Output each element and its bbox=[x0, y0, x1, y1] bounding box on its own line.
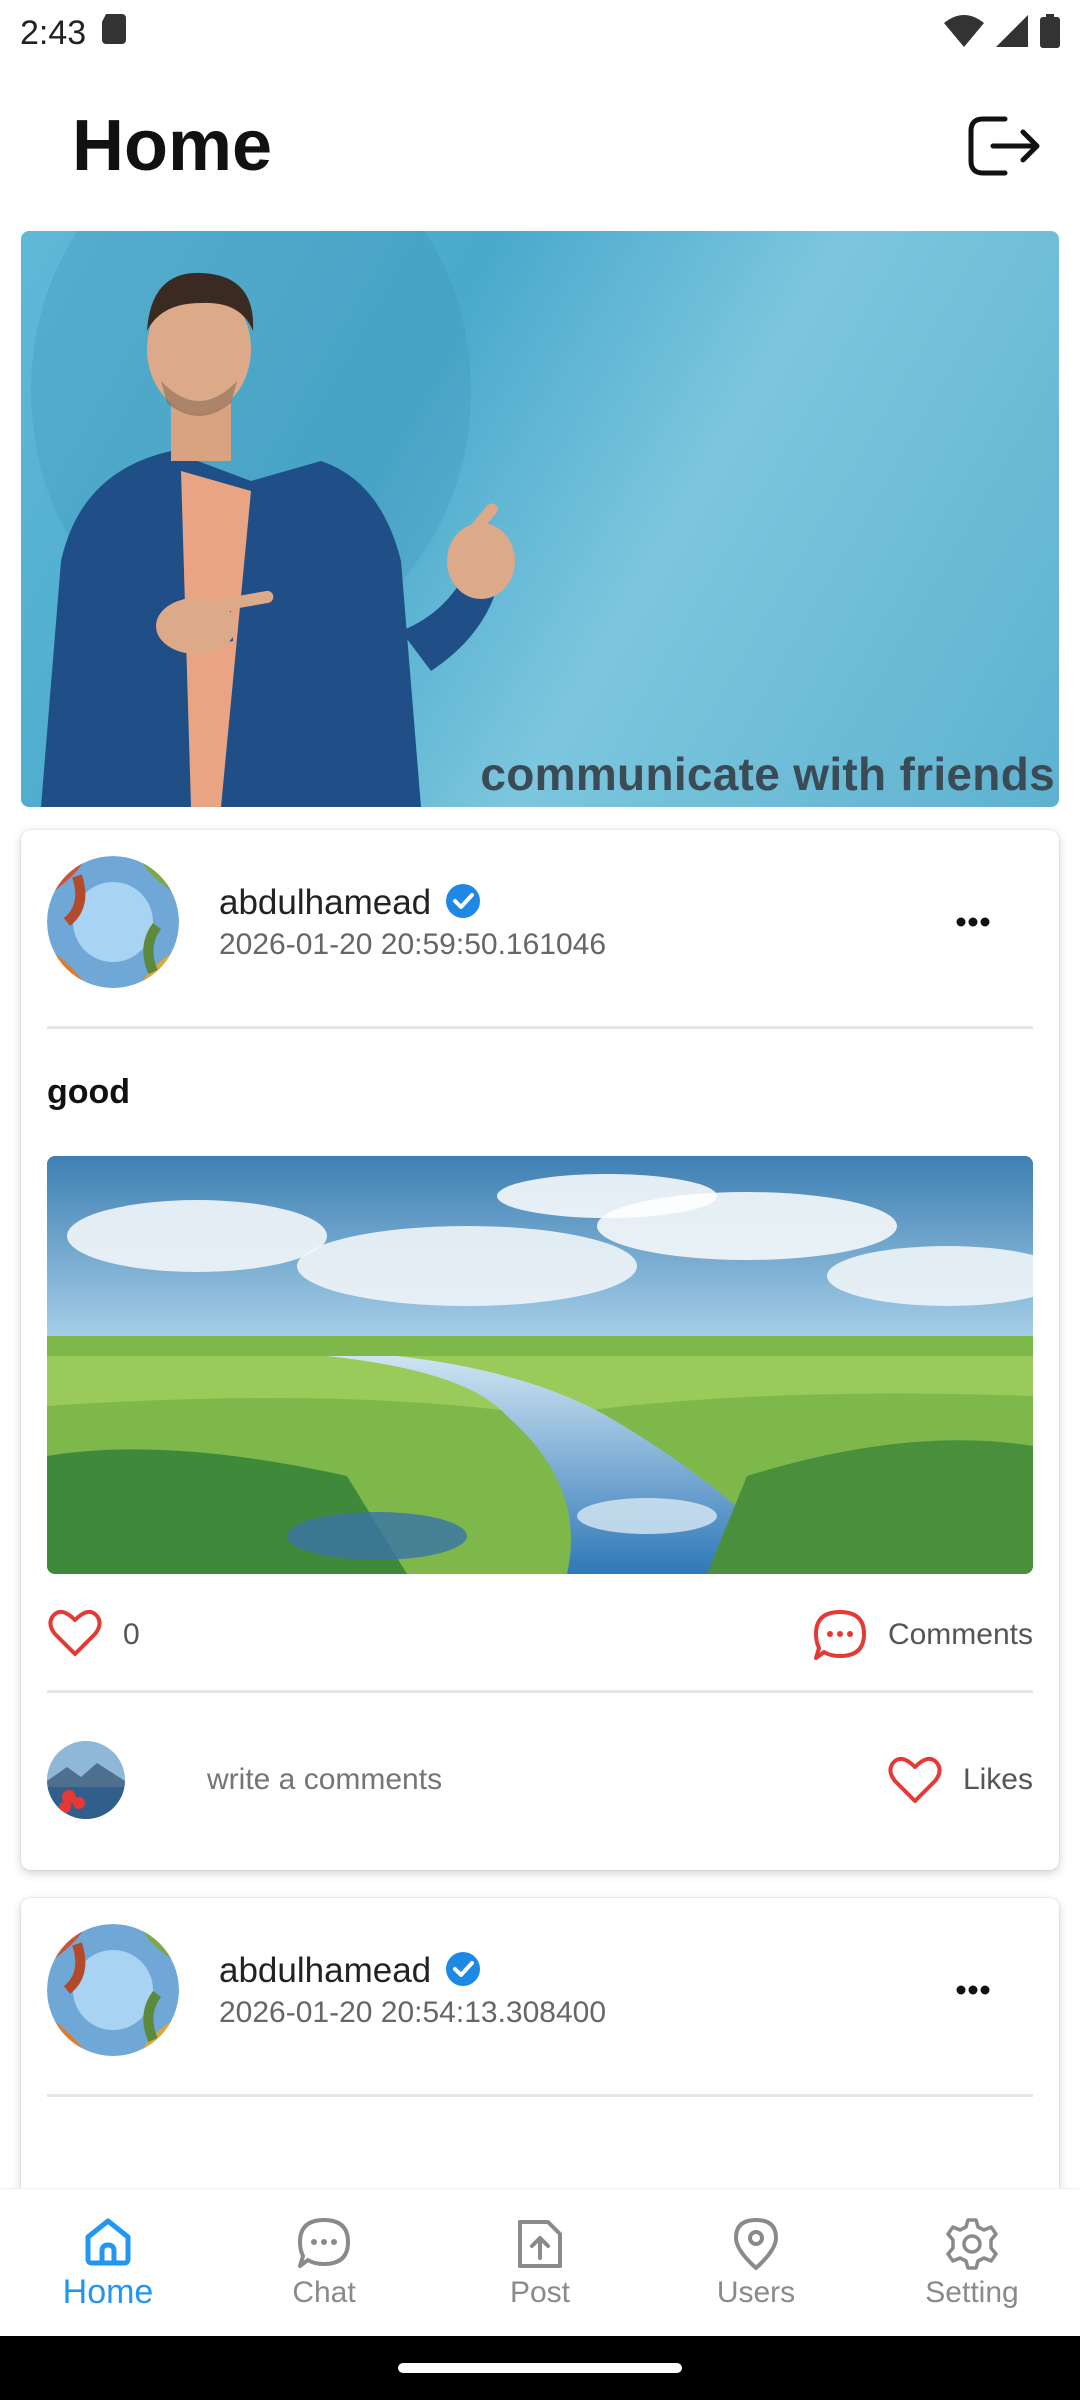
heart-icon bbox=[48, 1609, 102, 1656]
nav-label: Chat bbox=[292, 2275, 356, 2309]
bottom-navigation: Home Chat Post Users Setting bbox=[0, 2188, 1080, 2336]
wifi-icon bbox=[944, 14, 984, 52]
nav-item-chat[interactable]: Chat bbox=[234, 2189, 414, 2337]
avatar[interactable] bbox=[47, 856, 179, 988]
more-horizontal-icon bbox=[956, 1985, 990, 1995]
more-options-button[interactable] bbox=[933, 892, 1013, 952]
nav-label: Users bbox=[716, 2275, 796, 2309]
upload-icon bbox=[518, 2219, 562, 2268]
system-navigation-bar bbox=[0, 2336, 1080, 2400]
gear-icon bbox=[946, 2217, 998, 2270]
nav-item-post[interactable]: Post bbox=[450, 2189, 630, 2337]
chat-icon bbox=[298, 2217, 350, 2268]
divider bbox=[47, 1690, 1033, 1693]
logout-icon bbox=[968, 116, 1040, 176]
nav-label: Post bbox=[509, 2275, 571, 2309]
logout-button[interactable] bbox=[956, 98, 1052, 194]
status-bar: 2:43 bbox=[0, 0, 1080, 66]
post-card: abdulhamead 2026-01-20 20:59:50.161046 g… bbox=[21, 830, 1059, 1870]
nav-item-home[interactable]: Home bbox=[18, 2189, 198, 2337]
verified-badge-icon bbox=[445, 883, 481, 924]
post-image[interactable] bbox=[47, 1156, 1033, 1574]
comment-bubble-icon bbox=[813, 1610, 866, 1660]
more-options-button[interactable] bbox=[933, 1960, 1013, 2020]
home-icon bbox=[85, 2218, 131, 2266]
post-timestamp: 2026-01-20 20:59:50.161046 bbox=[219, 927, 607, 961]
like-button[interactable] bbox=[47, 1608, 103, 1663]
banner-person-image bbox=[31, 231, 515, 807]
battery-icon bbox=[1040, 13, 1060, 53]
sd-card-icon bbox=[102, 13, 127, 53]
comments-label: Comments bbox=[887, 1618, 1033, 1651]
author-name[interactable]: abdulhamead bbox=[219, 883, 431, 923]
current-user-avatar bbox=[47, 1741, 125, 1819]
banner: communicate with friends bbox=[21, 231, 1059, 807]
post-actions: 0 Comments bbox=[47, 1603, 1033, 1667]
signal-icon bbox=[996, 14, 1028, 52]
page-title: Home bbox=[72, 106, 273, 186]
divider bbox=[47, 2094, 1033, 2097]
comment-input[interactable] bbox=[207, 1763, 887, 1797]
verified-badge-icon bbox=[445, 1951, 481, 1992]
app-bar: Home bbox=[0, 66, 1080, 226]
author-name[interactable]: abdulhamead bbox=[219, 1951, 431, 1991]
post-header: abdulhamead 2026-01-20 20:59:50.161046 bbox=[47, 856, 1033, 988]
divider bbox=[47, 1026, 1033, 1029]
gesture-handle[interactable] bbox=[398, 2363, 682, 2373]
nav-label: Setting bbox=[925, 2275, 1019, 2309]
comments-button[interactable]: Comments bbox=[812, 1608, 1033, 1662]
status-time: 2:43 bbox=[20, 13, 87, 52]
like-count: 0 bbox=[123, 1618, 140, 1651]
avatar[interactable] bbox=[47, 1924, 179, 2056]
location-pin-icon bbox=[734, 2217, 778, 2270]
likes-label: Likes bbox=[962, 1763, 1033, 1796]
heart-icon bbox=[888, 1756, 942, 1803]
comment-row: Likes bbox=[47, 1740, 1033, 1820]
post-timestamp: 2026-01-20 20:54:13.308400 bbox=[219, 1995, 607, 2029]
nav-item-setting[interactable]: Setting bbox=[882, 2189, 1062, 2337]
nav-item-users[interactable]: Users bbox=[666, 2189, 846, 2337]
nav-label: Home bbox=[62, 2273, 154, 2311]
post-card: abdulhamead 2026-01-20 20:54:13.308400 bbox=[21, 1898, 1059, 2198]
more-horizontal-icon bbox=[956, 917, 990, 927]
post-text: good bbox=[47, 1073, 131, 1111]
banner-caption: communicate with friends bbox=[480, 748, 1055, 800]
likes-button[interactable]: Likes bbox=[887, 1755, 1033, 1805]
post-header: abdulhamead 2026-01-20 20:54:13.308400 bbox=[47, 1924, 1033, 2056]
